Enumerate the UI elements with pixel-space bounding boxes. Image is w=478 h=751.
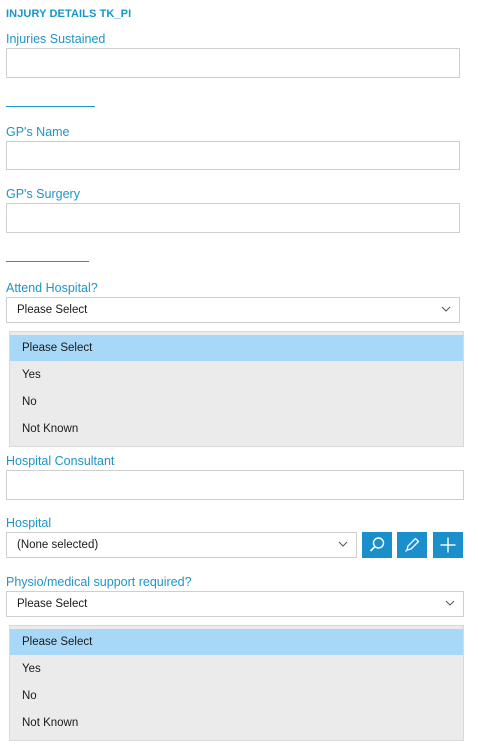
hospital-select[interactable]: (None selected) — [6, 532, 357, 558]
physio-support-option[interactable]: Yes — [10, 656, 463, 682]
hospital-consultant-label: Hospital Consultant — [6, 454, 115, 468]
attend-hospital-selected-value: Please Select — [17, 304, 88, 316]
attend-hospital-option[interactable]: Yes — [10, 362, 463, 388]
attend-hospital-option[interactable]: No — [10, 389, 463, 415]
physio-support-label: Physio/medical support required? — [6, 575, 192, 589]
section-divider — [6, 106, 95, 107]
physio-support-option[interactable]: No — [10, 683, 463, 709]
attend-hospital-select[interactable]: Please Select — [6, 297, 460, 323]
physio-support-dropdown: Please Select Yes No Not Known — [9, 625, 464, 741]
plus-icon — [440, 537, 456, 553]
attend-hospital-option[interactable]: Not Known — [10, 416, 463, 442]
hospital-consultant-input[interactable] — [6, 470, 464, 500]
injuries-sustained-label: Injuries Sustained — [6, 32, 106, 46]
injuries-sustained-input[interactable] — [6, 48, 460, 78]
pencil-icon — [405, 537, 420, 552]
hospital-selected-value: (None selected) — [17, 539, 99, 551]
search-icon — [369, 537, 385, 552]
section-divider — [6, 261, 89, 262]
chevron-down-icon — [445, 600, 455, 606]
physio-support-option[interactable]: Please Select — [10, 629, 463, 655]
hospital-edit-button[interactable] — [397, 532, 427, 558]
hospital-add-button[interactable] — [433, 532, 463, 558]
attend-hospital-label: Attend Hospital? — [6, 281, 98, 295]
physio-support-option[interactable]: Not Known — [10, 710, 463, 736]
chevron-down-icon — [338, 541, 348, 547]
gp-surgery-input[interactable] — [6, 203, 460, 233]
attend-hospital-option[interactable]: Please Select — [10, 335, 463, 361]
attend-hospital-dropdown: Please Select Yes No Not Known — [9, 331, 464, 447]
chevron-down-icon — [441, 306, 451, 312]
section-title: INJURY DETAILS TK_PI — [6, 8, 132, 20]
physio-support-select[interactable]: Please Select — [6, 591, 464, 617]
gp-name-input[interactable] — [6, 141, 460, 170]
gp-name-label: GP's Name — [6, 125, 70, 139]
gp-surgery-label: GP's Surgery — [6, 187, 80, 201]
hospital-label: Hospital — [6, 516, 52, 530]
physio-support-selected-value: Please Select — [17, 598, 88, 610]
hospital-search-button[interactable] — [362, 532, 392, 558]
